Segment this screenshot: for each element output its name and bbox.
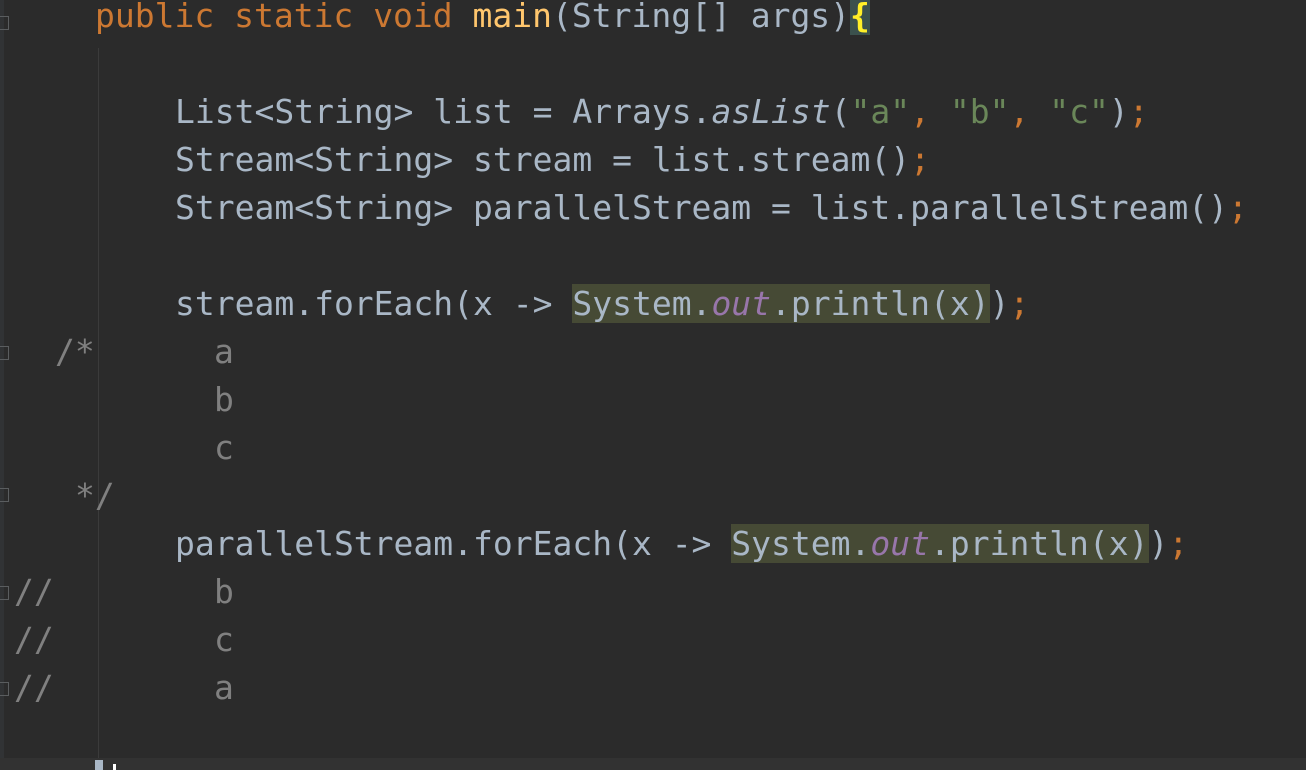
code-text: ) — [1108, 92, 1129, 131]
code-editor[interactable]: public static void main(String[] args){ … — [0, 0, 1306, 770]
fold-marker-icon[interactable] — [0, 16, 9, 30]
method-name: main — [472, 0, 553, 35]
code-text: ) — [989, 284, 1010, 323]
method-params: (String[] args) — [552, 0, 851, 35]
highlighted-reference: System.out.println(x) — [731, 524, 1149, 563]
semicolon: ; — [1168, 524, 1189, 563]
current-line-highlight — [0, 758, 1306, 770]
gutter — [0, 0, 4, 770]
line-comment-prefix: // — [14, 668, 54, 707]
static-field: out — [711, 284, 772, 323]
comment-output-line: c — [214, 428, 234, 467]
code-text: Stream<String> stream = list.stream() — [175, 140, 911, 179]
code-text: System. — [572, 284, 712, 323]
code-text: List<String> list = Arrays. — [175, 92, 712, 131]
fold-marker-icon[interactable] — [0, 586, 9, 600]
fold-marker-icon[interactable] — [0, 346, 9, 360]
keyword-static: static — [234, 0, 354, 35]
code-text: parallelStream.forEach(x -> — [175, 524, 732, 563]
comma: , — [910, 92, 950, 131]
semicolon: ; — [1009, 284, 1030, 323]
static-method-call: asList — [711, 92, 831, 131]
comment-output-line: a — [214, 668, 234, 707]
text-caret — [113, 764, 116, 770]
code-text: .println(x) — [771, 284, 990, 323]
code-line-main-signature[interactable]: public static void main(String[] args){ — [95, 0, 870, 40]
code-text: .println(x) — [929, 524, 1149, 563]
comment-output-line: a — [214, 332, 234, 371]
comment-open: /* — [55, 332, 95, 371]
code-line-parallel-stream-decl[interactable]: Stream<String> parallelStream = list.par… — [175, 184, 1248, 232]
line-comment-prefix: // — [14, 620, 54, 659]
keyword-void: void — [373, 0, 453, 35]
comma: , — [1009, 92, 1050, 131]
code-line-list-decl[interactable]: List<String> list = Arrays.asList("a", "… — [175, 88, 1149, 136]
code-text: ) — [1148, 524, 1169, 563]
code-text: stream.forEach(x -> — [175, 284, 573, 323]
code-text: Stream<String> parallelStream = list.par… — [175, 188, 1228, 227]
string-literal: "c" — [1049, 92, 1109, 131]
comment-output-line: c — [214, 620, 234, 659]
comment-output-line: b — [214, 572, 234, 611]
closing-brace-partial — [95, 760, 103, 770]
code-text: ( — [830, 92, 851, 131]
indent-guide — [98, 48, 99, 770]
keyword-public: public — [95, 0, 215, 35]
code-line-parallel-foreach[interactable]: parallelStream.forEach(x -> System.out.p… — [175, 520, 1188, 568]
code-line-stream-decl[interactable]: Stream<String> stream = list.stream(); — [175, 136, 930, 184]
semicolon: ; — [910, 140, 930, 179]
fold-marker-icon[interactable] — [0, 682, 9, 696]
line-comment-prefix: // — [14, 572, 54, 611]
static-field: out — [870, 524, 930, 563]
comment-close: */ — [75, 476, 115, 515]
string-literal: "b" — [949, 92, 1010, 131]
comment-output-line: b — [214, 380, 234, 419]
matched-brace: { — [850, 0, 870, 35]
semicolon: ; — [1128, 92, 1149, 131]
code-line-stream-foreach[interactable]: stream.forEach(x -> System.out.println(x… — [175, 280, 1029, 328]
code-text: System. — [731, 524, 871, 563]
string-literal: "a" — [850, 92, 911, 131]
fold-marker-icon[interactable] — [0, 488, 9, 502]
semicolon: ; — [1228, 188, 1248, 227]
highlighted-reference: System.out.println(x) — [572, 284, 990, 323]
